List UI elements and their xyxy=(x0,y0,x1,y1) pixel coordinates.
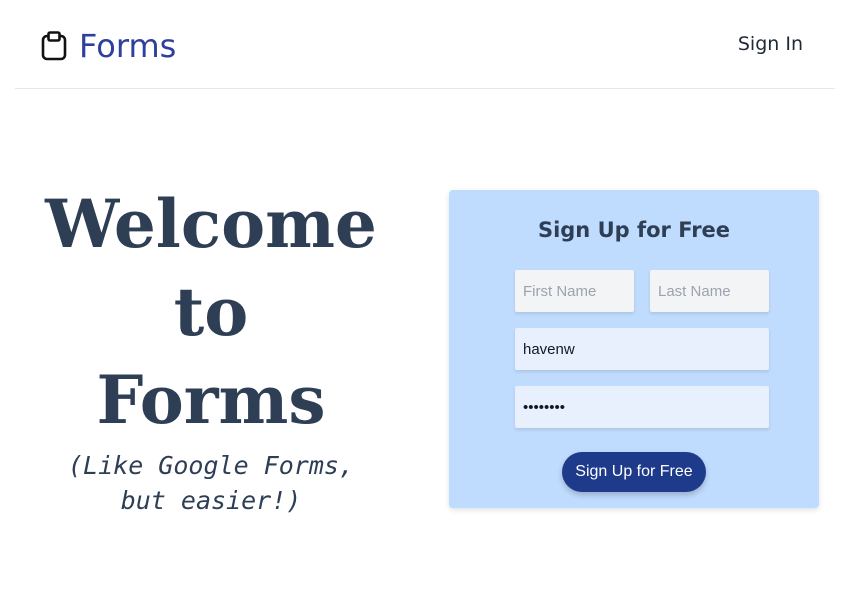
signup-card: Sign Up for Free Sign Up for Free xyxy=(449,190,819,508)
hero-title-line: Welcome xyxy=(45,185,377,263)
clipboard-icon xyxy=(41,31,67,61)
username-input[interactable] xyxy=(515,328,769,370)
hero-title: Welcome to Forms xyxy=(22,180,400,444)
password-input[interactable] xyxy=(515,386,769,428)
sign-in-link[interactable]: Sign In xyxy=(738,33,803,55)
brand-name: Forms xyxy=(79,27,177,65)
first-name-input[interactable] xyxy=(515,270,634,312)
hero-section: Welcome to Forms (Like Google Forms, but… xyxy=(22,180,400,518)
top-nav: Forms Sign In xyxy=(15,0,835,89)
hero-subtitle-line: (Like Google Forms, xyxy=(68,451,354,480)
hero-title-line: Forms xyxy=(96,361,326,439)
hero-subtitle: (Like Google Forms, but easier!) xyxy=(22,448,400,518)
sign-up-button[interactable]: Sign Up for Free xyxy=(562,452,706,492)
last-name-input[interactable] xyxy=(650,270,769,312)
hero-subtitle-line: but easier!) xyxy=(120,486,302,515)
signup-title: Sign Up for Free xyxy=(537,218,731,242)
hero-title-line: to xyxy=(173,273,249,351)
brand-link[interactable]: Forms xyxy=(41,26,176,66)
